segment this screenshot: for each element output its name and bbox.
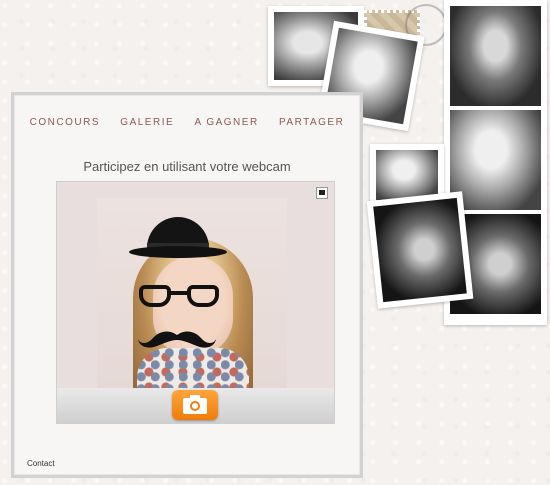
snapshot-button[interactable]	[172, 390, 218, 420]
hat-brim	[129, 246, 227, 258]
webcam-controls	[56, 388, 335, 424]
shirt	[137, 348, 249, 389]
glasses-icon	[139, 285, 219, 309]
mustache-icon	[138, 331, 216, 348]
webcam-preview	[56, 181, 335, 390]
contact-link[interactable]: Contact	[27, 459, 55, 468]
nav-item-a-gagner[interactable]: A GAGNER	[194, 117, 258, 128]
photo-group-2	[366, 191, 474, 309]
top-nav: CONCOURS GALERIE A GAGNER PARTAGER	[14, 117, 360, 128]
nav-item-partager[interactable]: PARTAGER	[279, 117, 344, 128]
camera-icon	[183, 395, 207, 414]
webcam-toggle-icon[interactable]	[316, 187, 328, 199]
nav-item-concours[interactable]: CONCOURS	[30, 117, 100, 128]
page-headline: Participez en utilisant votre webcam	[83, 159, 291, 174]
webcam-panel: CONCOURS GALERIE A GAGNER PARTAGER Parti…	[11, 92, 363, 478]
webcam-image	[97, 198, 287, 389]
nav-item-galerie[interactable]: GALERIE	[120, 117, 174, 128]
